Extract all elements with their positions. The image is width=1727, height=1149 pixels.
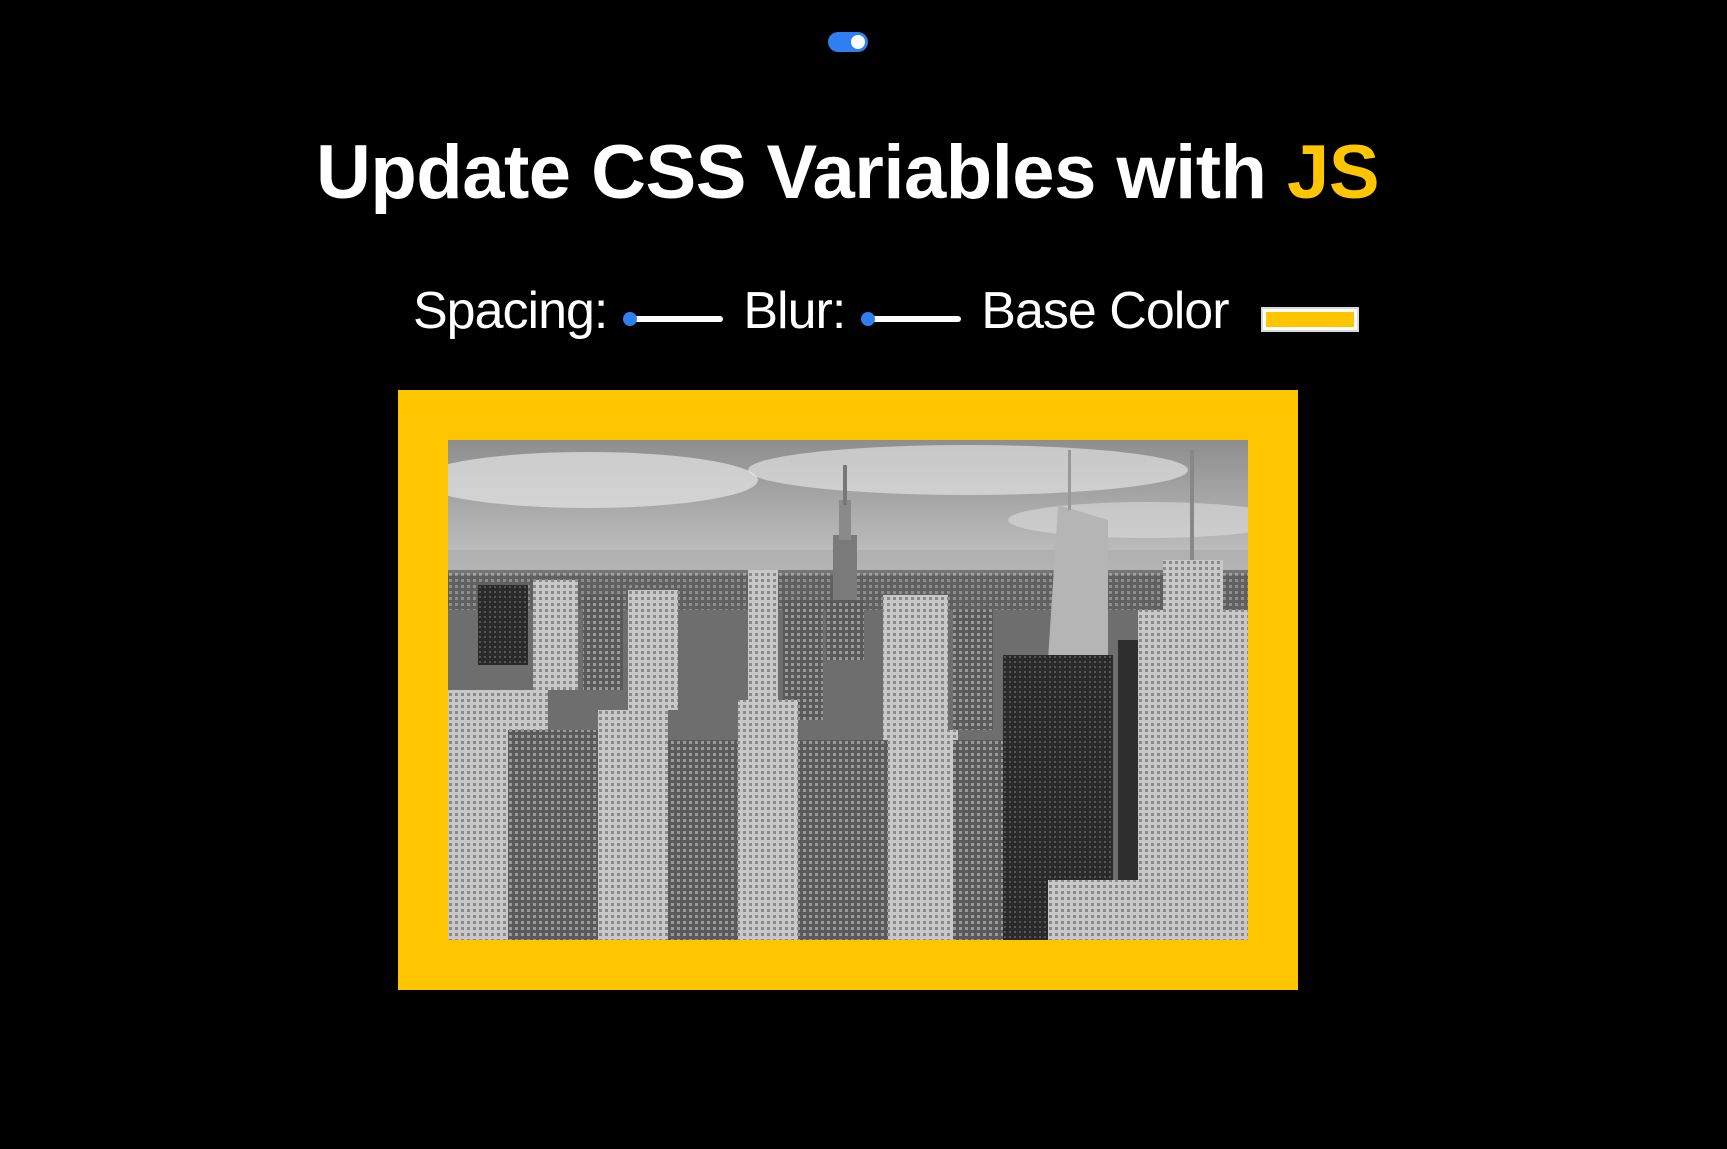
blur-slider[interactable]: [861, 312, 962, 326]
toggle-switch[interactable]: [828, 32, 868, 52]
title-highlight: JS: [1287, 130, 1380, 215]
base-color-label: Base Color: [981, 282, 1229, 340]
spacing-label: Spacing:: [413, 282, 608, 340]
city-skyline-image: [448, 440, 1248, 940]
page-title: Update CSS Variables with JS: [0, 128, 1695, 218]
base-color-picker[interactable]: [1260, 306, 1359, 332]
toggle-knob: [851, 35, 865, 49]
base-color-swatch: [1265, 311, 1354, 327]
controls-row: Spacing: Blur: Base Color: [413, 276, 1359, 346]
city-skyline-illustration: [448, 440, 1248, 940]
blur-label: Blur:: [743, 282, 846, 340]
title-text: Update CSS Variables with: [315, 130, 1267, 215]
spacing-slider[interactable]: [623, 312, 724, 326]
blur-slider-thumb[interactable]: [861, 312, 876, 326]
spacing-slider-thumb[interactable]: [623, 312, 638, 326]
image-frame: [398, 390, 1298, 990]
